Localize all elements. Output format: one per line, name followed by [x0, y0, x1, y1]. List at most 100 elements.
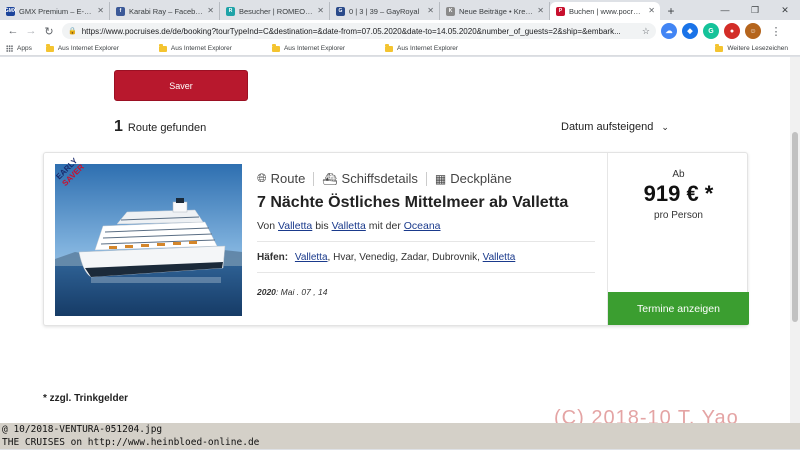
price-prefix: Ab [672, 169, 685, 180]
browser-tab[interactable]: R Besucher | ROMEO | Gay ✕ [220, 2, 330, 20]
route-to-link[interactable]: Valletta [332, 220, 366, 232]
tab-label: Route [270, 171, 306, 186]
bookmark-label: Apps [17, 45, 32, 52]
cruise-ship-picture [55, 164, 242, 316]
sort-label: Datum aufsteigend [561, 121, 654, 133]
port-name: Dubrovnik [432, 252, 478, 263]
tab-deck-plans[interactable]: ▦ Deckpläne [435, 171, 512, 186]
port-link[interactable]: Valletta [295, 252, 328, 263]
folder-icon [45, 43, 54, 52]
tab-route[interactable]: 🌐︎ Route [257, 171, 305, 186]
tab-title: Karabi Ray – Facebook [129, 6, 203, 16]
maximize-button[interactable]: ❐ [740, 0, 770, 20]
favicon-icon: K [446, 6, 455, 16]
sailing-dates: 2020: Mai . 07 , 14 [257, 287, 595, 297]
route-ship-prefix: mit der [368, 220, 401, 232]
show-dates-button[interactable]: Termine anzeigen [608, 292, 749, 325]
bookmark-apps[interactable]: Apps [6, 45, 32, 52]
bookmarks-bar: Apps Aus Internet Explorer Aus Internet E… [0, 42, 800, 56]
bookmark-other[interactable]: Weitere Lesezeichen [715, 43, 788, 52]
caption-line-source: THE CRUISES on http://www.heinbloed-onli… [0, 436, 800, 449]
page-scrollbar[interactable] [790, 57, 800, 423]
divider [257, 241, 595, 242]
port-name: Zadar [400, 252, 427, 263]
tab-title: Buchen | www.pocruises [569, 6, 644, 16]
minimize-button[interactable]: — [710, 0, 740, 20]
tab-label: Deckpläne [450, 171, 512, 186]
bookmark-label: Weitere Lesezeichen [727, 45, 788, 52]
browser-tab[interactable]: G 0 | 3 | 39 – GayRoyal ✕ [330, 2, 440, 20]
window-controls: — ❐ ✕ [710, 0, 800, 20]
close-tab-icon[interactable]: ✕ [317, 6, 324, 15]
deck-plan-icon: ▦ [434, 171, 447, 186]
price-panel: Ab 919 € * pro Person Termine anzeigen [607, 153, 749, 325]
profile-avatar-icon[interactable]: ☺ [745, 23, 761, 39]
folder-icon [271, 43, 280, 52]
bookmark-label: Aus Internet Explorer [397, 45, 459, 52]
port-name: Hvar [333, 252, 354, 263]
scrollbar-thumb[interactable] [792, 132, 798, 322]
new-tab-button[interactable]: + [660, 2, 682, 20]
lock-icon: 🔒 [68, 28, 77, 35]
lastpass-extension-icon[interactable]: ● [724, 23, 740, 39]
browser-tab[interactable]: P Buchen | www.pocruises ✕ [550, 2, 660, 20]
route-from-link[interactable]: Valletta [278, 220, 312, 232]
more-vert-icon: ⋮ [770, 25, 782, 38]
address-bar[interactable]: 🔒 https://www.pocruises.de/de/booking?to… [62, 23, 656, 39]
cruise-details: 🌐︎ Route ⛴︎ Schiffsdetails ▦ Deckpläne 7… [257, 171, 595, 297]
arrow-left-icon: ← [7, 25, 19, 37]
bookmark-label: Aus Internet Explorer [170, 45, 232, 52]
favicon-icon: GMX [4, 6, 17, 16]
tab-title: Besucher | ROMEO | Gay [239, 6, 313, 16]
chevron-down-icon: ⌄ [661, 121, 669, 132]
apps-grid-icon [6, 45, 13, 52]
favicon-icon: P [556, 6, 565, 16]
dates-year: 2020 [257, 287, 276, 297]
browser-toolbar: ← → ↻ 🔒 https://www.pocruises.de/de/book… [0, 20, 800, 42]
saver-filter-button[interactable]: Saver [114, 70, 248, 101]
folder-icon [715, 43, 724, 52]
cruise-result-card: EARLY SAVER 🌐︎ Route ⛴︎ Schiffsdetails ▦… [43, 152, 749, 326]
favicon-icon: f [116, 6, 125, 16]
shield-extension-icon[interactable]: ◆ [682, 23, 698, 39]
divider [257, 272, 595, 273]
menu-button[interactable]: ⋮ [767, 22, 785, 40]
arrow-right-icon: → [25, 25, 37, 37]
sort-dropdown[interactable]: Datum aufsteigend ⌄ [561, 121, 669, 133]
ports-label: Häfen: [257, 252, 289, 263]
reload-button[interactable]: ↻ [40, 22, 58, 40]
ports-line: Häfen: Valletta, Hvar, Venedig, Zadar, D… [257, 252, 595, 263]
cruise-title: 7 Nächte Östliches Mittelmeer ab Vallett… [257, 194, 569, 211]
bookmark-folder[interactable]: Aus Internet Explorer [385, 43, 459, 52]
close-tab-icon[interactable]: ✕ [648, 6, 655, 15]
detail-tabs: 🌐︎ Route ⛴︎ Schiffsdetails ▦ Deckpläne [257, 171, 595, 186]
folder-icon [385, 43, 394, 52]
bookmark-folder[interactable]: Aus Internet Explorer [271, 43, 345, 52]
route-from-prefix: Von [257, 220, 276, 232]
browser-tab[interactable]: GMX GMX Premium – E-Mail ✕ [0, 2, 110, 20]
result-count-number: 1 [114, 118, 123, 135]
browser-tab[interactable]: f Karabi Ray – Facebook ✕ [110, 2, 220, 20]
close-tab-icon[interactable]: ✕ [537, 6, 544, 15]
port-link[interactable]: Valletta [483, 252, 516, 263]
forward-button[interactable]: → [22, 22, 40, 40]
tab-label: Schiffsdetails [341, 171, 418, 186]
close-window-button[interactable]: ✕ [770, 0, 800, 20]
browser-tab[interactable]: K Neue Beiträge • Kreuzf ✕ [440, 2, 550, 20]
cloud-extension-icon[interactable]: ☁ [661, 23, 677, 39]
tab-ship-details[interactable]: ⛴︎ Schiffsdetails [322, 171, 418, 186]
browser-tab-strip: GMX GMX Premium – E-Mail ✕ f Karabi Ray – Fa… [0, 0, 800, 20]
tab-divider [313, 171, 315, 186]
close-tab-icon[interactable]: ✕ [207, 6, 214, 15]
footnote: * zzgl. Trinkgelder [43, 393, 129, 404]
dates-text: : Mai . 07 , 14 [275, 287, 328, 297]
ship-name-link[interactable]: Oceana [404, 220, 441, 232]
bookmark-folder[interactable]: Aus Internet Explorer [158, 43, 232, 52]
close-tab-icon[interactable]: ✕ [97, 6, 104, 15]
bookmark-folder[interactable]: Aus Internet Explorer [45, 43, 119, 52]
close-tab-icon[interactable]: ✕ [427, 6, 434, 15]
bookmark-star-icon[interactable]: ☆ [642, 26, 650, 37]
ship-image[interactable] [55, 164, 242, 316]
back-button[interactable]: ← [4, 22, 22, 40]
grammarly-extension-icon[interactable]: G [703, 23, 719, 39]
